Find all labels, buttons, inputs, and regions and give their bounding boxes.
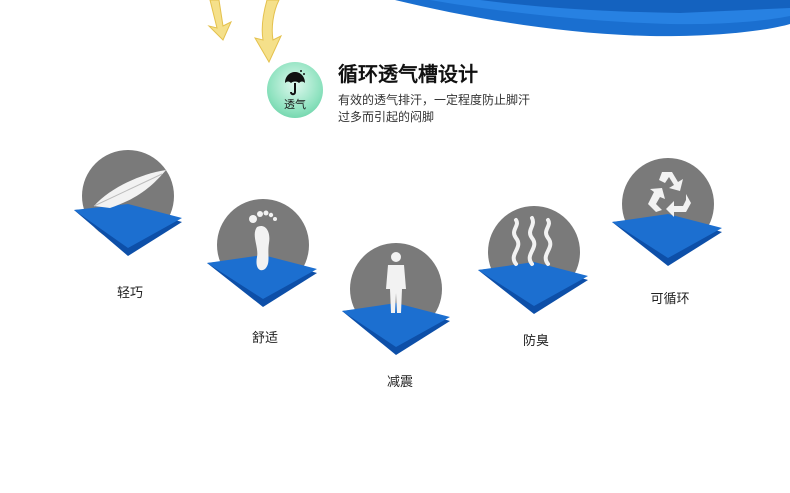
feature-label: 可循环 [650, 292, 690, 307]
badge-label: 透气 [284, 98, 306, 111]
feature-label: 防臭 [522, 334, 549, 349]
umbrella-rain-icon [285, 70, 305, 96]
feature-description: 有效的透气排汗，一定程度防止脚汗 过多而引起的闷脚 [338, 92, 568, 126]
yellow-arrow-decoration [207, 0, 283, 64]
description-line: 过多而引起的闷脚 [338, 110, 435, 124]
feature-comfort: 舒适 [205, 197, 325, 346]
feature-label: 轻巧 [116, 286, 143, 301]
breathable-badge: 透气 [267, 62, 323, 118]
feature-recyclable: 可循环 [610, 158, 730, 307]
feature-shock-absorption: 减震 [340, 243, 460, 390]
feature-emblem [478, 206, 588, 314]
feature-label: 减震 [386, 375, 413, 390]
feature-emblem [612, 158, 722, 266]
feature-anti-odor: 防臭 [476, 204, 596, 349]
feature-emblem [342, 243, 450, 355]
feature-emblem [207, 199, 317, 307]
blue-swoosh-decoration [395, 0, 790, 37]
description-line: 有效的透气排汗，一定程度防止脚汗 [338, 93, 531, 107]
page-title: 循环透气槽设计 [338, 62, 478, 86]
feature-emblem [74, 150, 182, 256]
feature-label: 舒适 [251, 331, 278, 346]
feature-lightweight: 轻巧 [70, 148, 190, 301]
